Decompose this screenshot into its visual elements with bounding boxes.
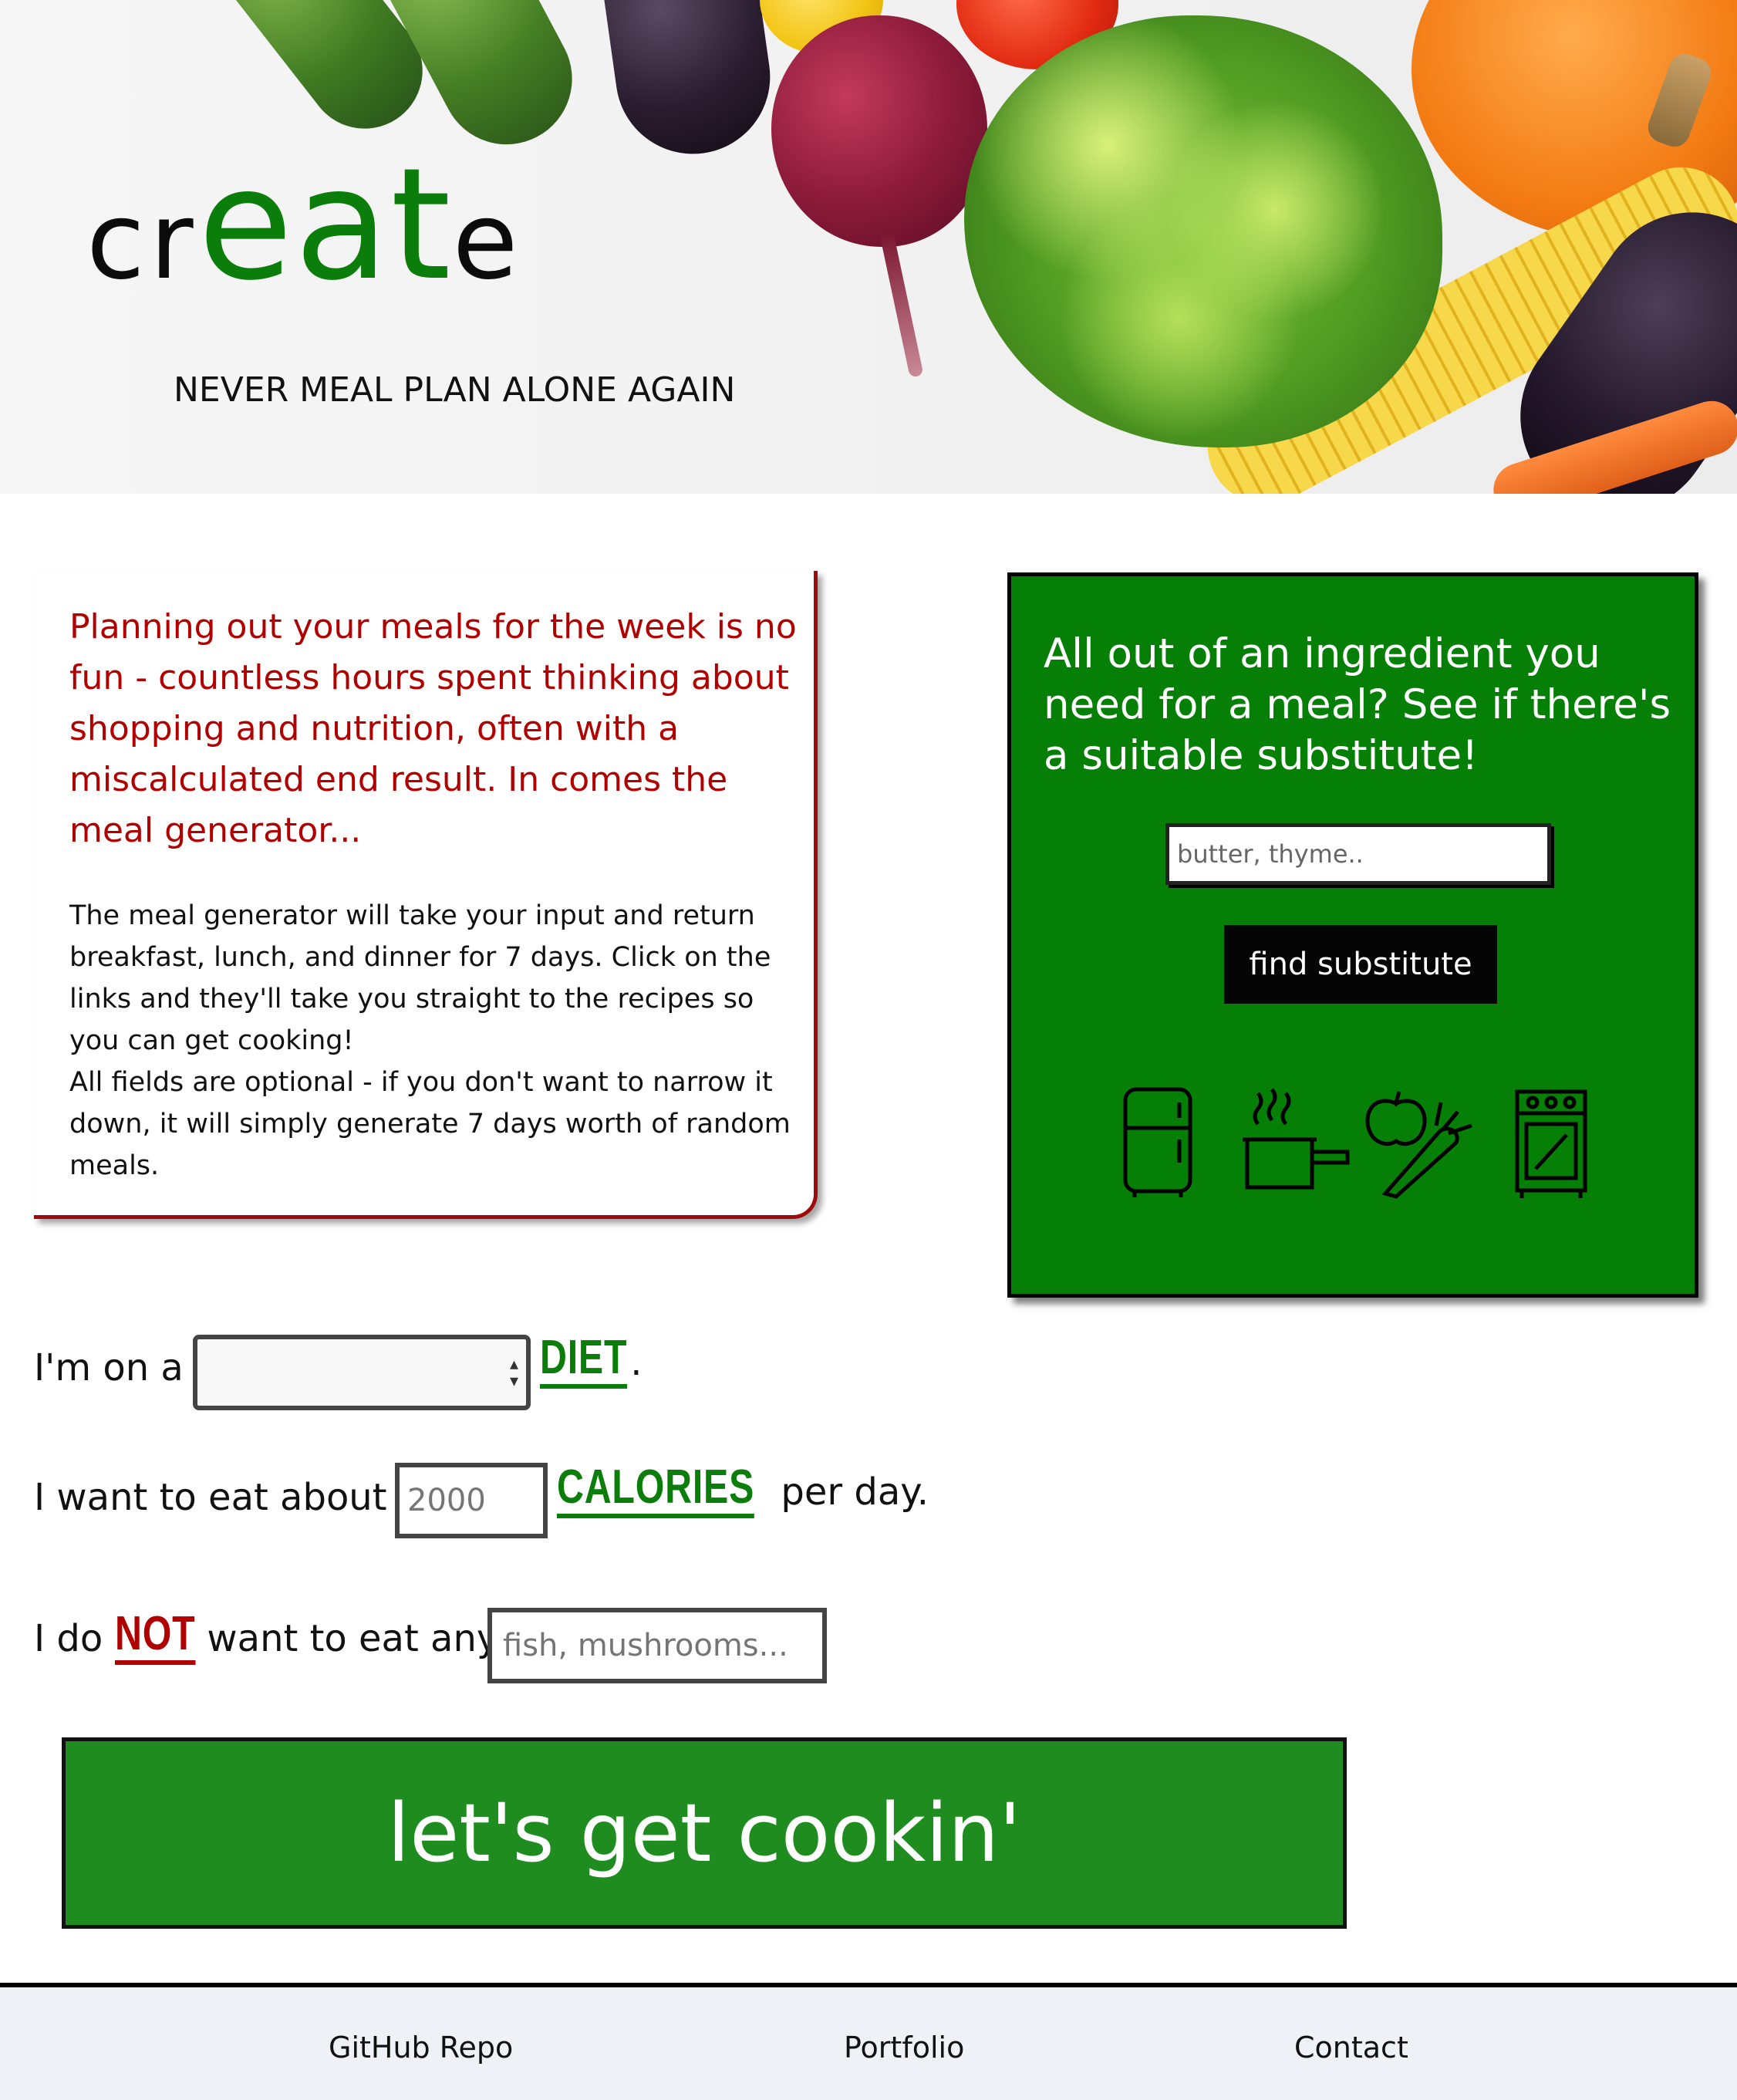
exclude-not-label: NOT <box>114 1610 195 1665</box>
pot-icon <box>1243 1088 1350 1190</box>
hero-banner: create NEVER MEAL PLAN ALONE AGAIN <box>0 0 1737 494</box>
app-logo: create <box>86 135 523 320</box>
diet-prefix: I'm on a <box>34 1346 184 1389</box>
logo-part-suffix: e <box>452 179 523 303</box>
beet-image <box>771 15 987 247</box>
logo-part-highlight: eat <box>197 135 453 315</box>
exclude-middle: want to eat any <box>207 1617 499 1660</box>
exclude-prefix: I do <box>34 1617 103 1660</box>
find-substitute-button[interactable]: find substitute <box>1224 925 1497 1004</box>
substitute-title: All out of an ingredient you need for a … <box>1044 630 1671 779</box>
intro-body: The meal generator will take your input … <box>69 895 810 1187</box>
intro-lead-text: Planning out your meals for the week is … <box>69 607 797 850</box>
intro-card: Planning out your meals for the week is … <box>34 571 818 1219</box>
substitute-panel: All out of an ingredient you need for a … <box>1007 572 1698 1298</box>
logo-part-prefix: cr <box>86 179 198 303</box>
kitchen-icons <box>1119 1085 1613 1201</box>
footer: GitHub Repo Portfolio Contact <box>0 1983 1737 2100</box>
lettuce-image <box>964 15 1442 447</box>
diet-label: DIET <box>540 1334 628 1389</box>
substitute-input[interactable] <box>1165 823 1551 885</box>
diet-suffix: . <box>630 1341 643 1384</box>
footer-link-contact[interactable]: Contact <box>1294 2031 1408 2065</box>
exclude-row: I do NOT want to eat any <box>34 1610 499 1665</box>
tagline: NEVER MEAL PLAN ALONE AGAIN <box>174 370 736 410</box>
calories-label: CALORIES <box>557 1464 755 1518</box>
diet-accent-row: DIET. <box>540 1334 643 1389</box>
calories-input[interactable] <box>395 1463 548 1538</box>
diet-select[interactable]: ▴ ▾ <box>193 1335 531 1410</box>
beet-root-image <box>879 231 924 378</box>
footer-link-portfolio[interactable]: Portfolio <box>844 2031 964 2065</box>
calories-row: I want to eat about <box>34 1474 387 1519</box>
select-arrows-icon: ▴ ▾ <box>509 1355 518 1391</box>
generate-meals-button[interactable]: let's get cookin' <box>62 1737 1347 1929</box>
intro-body-paragraph: The meal generator will take your input … <box>69 900 771 1056</box>
vegetables-icon <box>1365 1091 1472 1199</box>
calories-suffix: per day. <box>781 1470 929 1514</box>
oven-icon <box>1515 1089 1587 1198</box>
calories-accent-row: CALORIES per day. <box>557 1464 929 1518</box>
calories-prefix: I want to eat about <box>34 1476 387 1519</box>
eggplant-image <box>592 0 781 164</box>
exclude-input[interactable] <box>487 1608 827 1683</box>
footer-link-github[interactable]: GitHub Repo <box>329 2031 513 2065</box>
intro-body-paragraph: All fields are optional - if you don't w… <box>69 1067 791 1181</box>
fridge-icon <box>1123 1087 1192 1197</box>
diet-row: I'm on a <box>34 1344 184 1389</box>
